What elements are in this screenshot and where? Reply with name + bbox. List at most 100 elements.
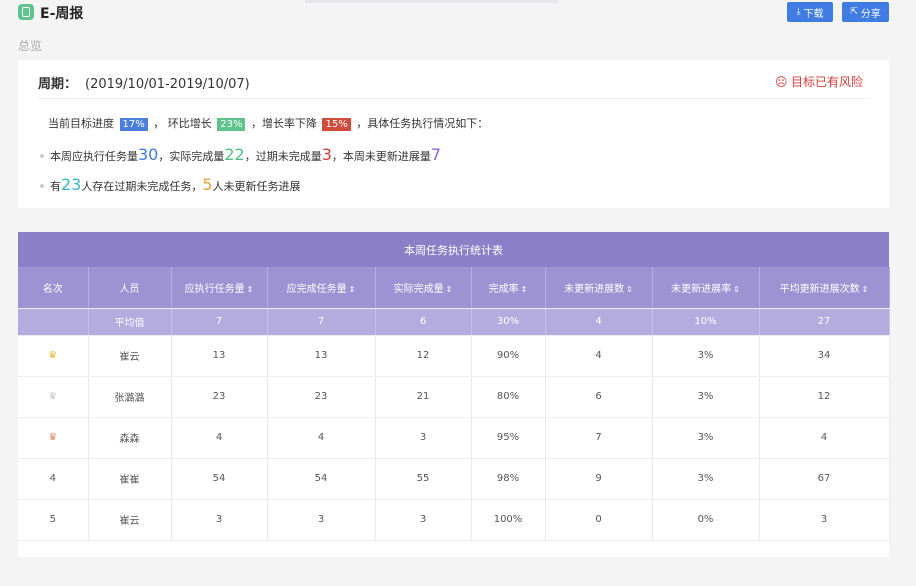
overview-card: 周期： (2019/10/01-2019/10/07) ☹ 目标已有风险 当前目标进… bbox=[18, 60, 889, 208]
table-cell: 55 bbox=[375, 458, 472, 500]
table-cell: 3 bbox=[375, 417, 472, 459]
column-header-not-updated-rate[interactable]: 未更新进展率 ⇕ bbox=[652, 267, 760, 309]
bullet-text: ，本周未更新进展量 bbox=[331, 150, 431, 163]
share-button-label: 分享 bbox=[860, 8, 881, 20]
table-row: 5 崔云 3 3 3 100% 0 0% 3 bbox=[18, 499, 890, 541]
crown-icon: ♛ bbox=[48, 432, 58, 443]
sort-icon[interactable]: ⇕ bbox=[349, 285, 356, 294]
summary-text: 当前目标进度 bbox=[48, 117, 114, 130]
rank-cell: ♛ bbox=[18, 417, 89, 459]
table-cell: 森森 bbox=[88, 417, 172, 459]
table-cell: 54 bbox=[267, 458, 376, 500]
table-cell: 80% bbox=[471, 376, 546, 418]
table-cell: 3% bbox=[652, 376, 760, 418]
section-label: 总览 bbox=[18, 39, 43, 53]
table-cell: 54 bbox=[171, 458, 268, 500]
table-cell: 4 bbox=[545, 335, 653, 377]
column-header-done[interactable]: 实际完成量 ⇕ bbox=[375, 267, 472, 309]
table-cell: 3 bbox=[171, 499, 268, 541]
done-count: 22 bbox=[224, 145, 245, 164]
bullet-text: ，实际完成量 bbox=[158, 150, 225, 163]
task-summary-bullet: 本周应执行任务量 30 ，实际完成量 22 ，过期未完成量 3 ，本周未更新进展量 7 bbox=[40, 145, 441, 164]
bullet-text: 有 bbox=[50, 180, 61, 193]
table-cell: 3 bbox=[375, 499, 472, 541]
not-updated-count: 7 bbox=[430, 145, 442, 164]
sort-icon[interactable]: ⇕ bbox=[626, 285, 633, 294]
table-cell: 9 bbox=[545, 458, 653, 500]
table-cell: 13 bbox=[267, 335, 376, 377]
table-cell: 6 bbox=[375, 308, 472, 336]
table-cell: 崔云 bbox=[88, 335, 172, 377]
summary-text: ， 环比增长 bbox=[153, 117, 212, 130]
sort-icon[interactable]: ⇕ bbox=[247, 285, 254, 294]
period-label: 周期： bbox=[38, 77, 78, 92]
table-cell: 13 bbox=[171, 335, 268, 377]
download-button-label: 下载 bbox=[803, 8, 824, 20]
column-label: 名次 bbox=[42, 283, 63, 295]
bullet-text: 人存在过期未完成任务， bbox=[81, 180, 203, 193]
table-cell: 67 bbox=[759, 458, 890, 500]
risk-text: 目标已有风险 bbox=[790, 75, 863, 89]
table-cell: 4 bbox=[545, 308, 653, 336]
rank-cell: 4 bbox=[18, 458, 89, 500]
sort-icon[interactable]: ⇕ bbox=[733, 285, 740, 294]
share-button[interactable]: ⇱ 分享 bbox=[842, 2, 889, 22]
table-cell: 95% bbox=[471, 417, 546, 459]
average-row: 平均值 7 7 6 30% 4 10% 27 bbox=[18, 308, 890, 336]
table-cell: 98% bbox=[471, 458, 546, 500]
planned-count: 30 bbox=[138, 145, 159, 164]
task-stats-card: 本周任务执行统计表 名次 人员 应执行任务量 ⇕ 应完成任务量 ⇕ 实际完成量 ⇕ 完… bbox=[18, 232, 890, 557]
table-cell: 27 bbox=[759, 308, 890, 336]
sort-icon[interactable]: ⇕ bbox=[446, 285, 453, 294]
summary-text: ，具体任务执行情况如下： bbox=[356, 117, 489, 130]
table-cell: 10% bbox=[652, 308, 760, 336]
progress-badge: 17% bbox=[119, 118, 148, 131]
summary-text: ，增长率下降 bbox=[250, 117, 317, 130]
table-cell: 崔云 bbox=[88, 499, 172, 541]
rank-cell: ♛ bbox=[18, 335, 89, 377]
column-label: 人员 bbox=[119, 283, 140, 295]
overdue-people-count: 23 bbox=[61, 175, 82, 194]
top-bar: E-周报 ⤓ 下载 ⇱ 分享 bbox=[0, 0, 916, 28]
column-label: 平均更新进展次数 bbox=[779, 283, 860, 295]
column-header-due[interactable]: 应完成任务量 ⇕ bbox=[267, 267, 376, 309]
crown-icon: ♛ bbox=[48, 391, 58, 402]
stale-people-count: 5 bbox=[202, 175, 213, 194]
table-cell: 23 bbox=[267, 376, 376, 418]
table-row: ♛ 张潞潞 23 23 21 80% 6 3% 12 bbox=[18, 376, 890, 418]
bullet-text: ，过期未完成量 bbox=[244, 150, 322, 163]
table-cell: 4 bbox=[171, 417, 268, 459]
column-header-not-updated[interactable]: 未更新进展数 ⇕ bbox=[545, 267, 653, 309]
rank-cell: 5 bbox=[18, 499, 89, 541]
column-header-avg-updates[interactable]: 平均更新进展次数 ⇕ bbox=[759, 267, 890, 309]
table-cell: 0 bbox=[545, 499, 653, 541]
column-header-rate[interactable]: 完成率 ⇕ bbox=[471, 267, 546, 309]
table-cell: 4 bbox=[267, 417, 376, 459]
table-cell: 90% bbox=[471, 335, 546, 377]
column-header-planned[interactable]: 应执行任务量 ⇕ bbox=[171, 267, 268, 309]
sort-icon[interactable]: ⇕ bbox=[862, 285, 869, 294]
task-stats-table: 名次 人员 应执行任务量 ⇕ 应完成任务量 ⇕ 实际完成量 ⇕ 完成率 ⇕ 未更新进展数… bbox=[18, 267, 890, 541]
column-label: 完成率 bbox=[488, 283, 519, 295]
crown-icon: ♛ bbox=[48, 350, 58, 361]
overdue-count: 3 bbox=[321, 145, 332, 164]
table-cell: 21 bbox=[375, 376, 472, 418]
period: 周期： (2019/10/01-2019/10/07) bbox=[38, 73, 250, 92]
table-cell: 100% bbox=[471, 499, 546, 541]
table-cell: 7 bbox=[545, 417, 653, 459]
risk-status: ☹ 目标已有风险 bbox=[775, 73, 863, 90]
decline-badge: 15% bbox=[322, 118, 351, 131]
column-label: 应执行任务量 bbox=[184, 283, 245, 295]
sort-icon[interactable]: ⇕ bbox=[521, 285, 528, 294]
report-app-icon bbox=[18, 4, 34, 20]
divider bbox=[38, 98, 869, 99]
download-button[interactable]: ⤓ 下载 bbox=[787, 2, 833, 22]
column-label: 未更新进展数 bbox=[564, 283, 625, 295]
column-header-person: 人员 bbox=[88, 267, 172, 309]
bullet-text: 本周应执行任务量 bbox=[50, 150, 138, 163]
table-cell: 7 bbox=[267, 308, 376, 336]
table-cell: 3% bbox=[652, 417, 760, 459]
table-cell: 4 bbox=[759, 417, 890, 459]
column-label: 应完成任务量 bbox=[286, 283, 347, 295]
table-cell: 6 bbox=[545, 376, 653, 418]
